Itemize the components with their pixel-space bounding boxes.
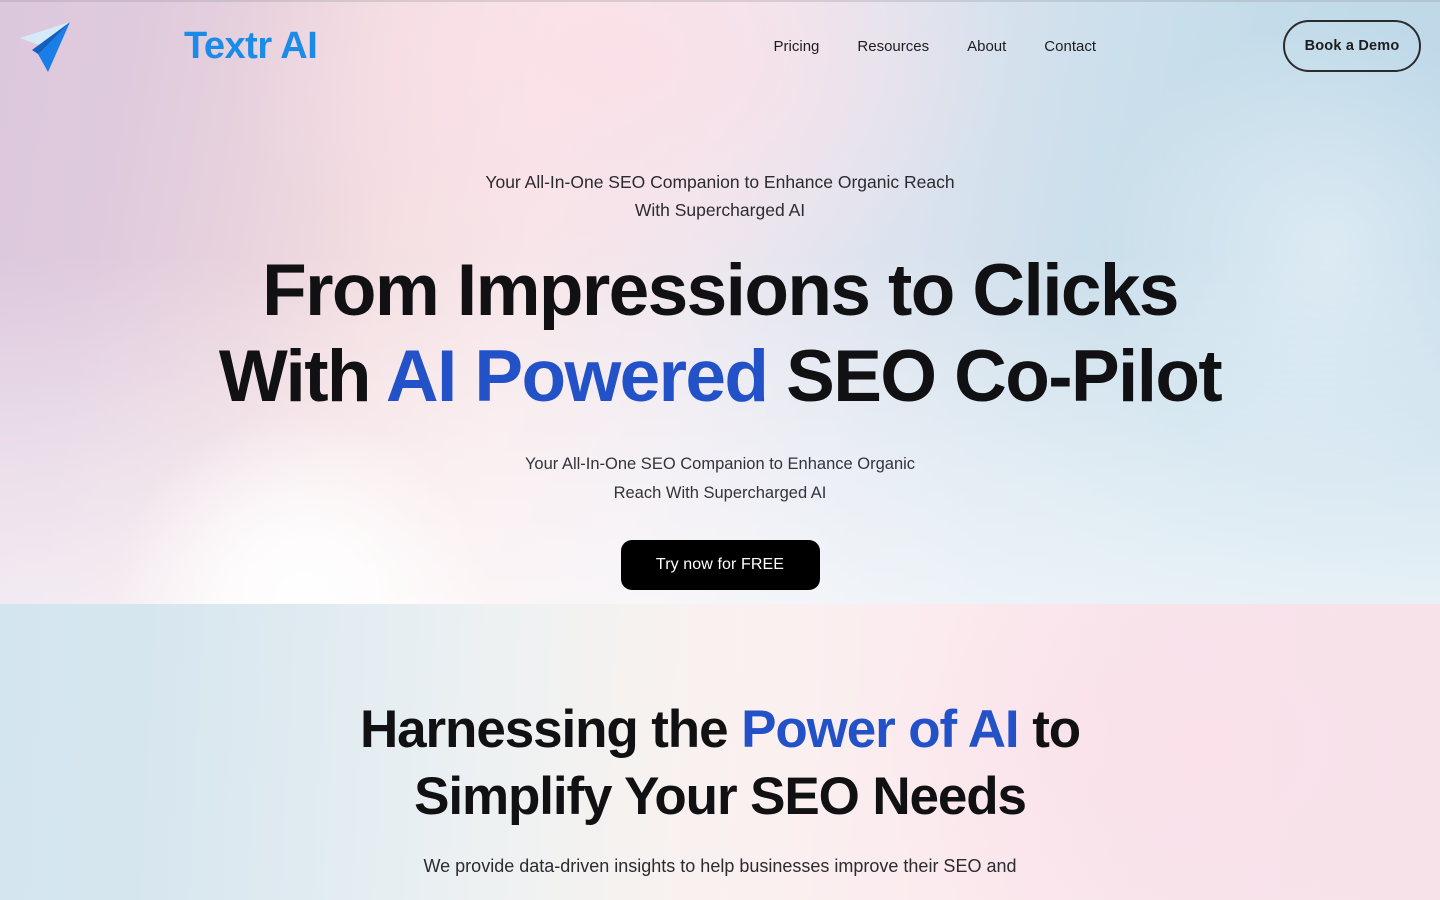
brand[interactable]: Textr AI (0, 10, 318, 82)
hero-headline-accent: AI Powered (385, 336, 769, 417)
hero-headline-line2-pre: With (218, 336, 386, 417)
hero-eyebrow-line1: Your All-In-One SEO Companion to Enhance… (485, 172, 955, 192)
book-a-demo-button[interactable]: Book a Demo (1283, 20, 1421, 72)
features-title: Harnessing the Power of AI to Simplify Y… (0, 604, 1440, 830)
nav-link-resources[interactable]: Resources (853, 32, 933, 61)
hero-cta-wrap: Try now for FREE (0, 540, 1440, 590)
nav-link-about[interactable]: About (963, 32, 1010, 61)
hero-eyebrow-line2: With Supercharged AI (634, 200, 806, 220)
hero-headline: From Impressions to Clicks With AI Power… (0, 248, 1440, 420)
try-now-for-free-button[interactable]: Try now for FREE (620, 540, 820, 590)
paper-plane-icon (20, 22, 70, 72)
features-title-post: to (1018, 700, 1081, 759)
landing-page: Textr AI Pricing Resources About Contact… (0, 0, 1440, 900)
features-section: Harnessing the Power of AI to Simplify Y… (0, 604, 1440, 900)
features-title-line2: Simplify Your SEO Needs (414, 767, 1027, 826)
window-top-edge (0, 0, 1440, 2)
brand-name: Textr AI (184, 25, 318, 67)
nav-link-contact[interactable]: Contact (1040, 32, 1100, 61)
main-navigation: Textr AI Pricing Resources About Contact… (0, 0, 1440, 92)
hero-headline-line1: From Impressions to Clicks (262, 250, 1179, 331)
hero-subcopy-line1: Your All-In-One SEO Companion to Enhance… (524, 455, 916, 473)
hero-headline-line2-post: SEO Co-Pilot (767, 336, 1223, 417)
features-subtitle: We provide data-driven insights to help … (423, 856, 1017, 876)
hero-eyebrow: Your All-In-One SEO Companion to Enhance… (0, 168, 1440, 224)
nav-links: Pricing Resources About Contact Book a D… (770, 20, 1440, 72)
features-title-pre: Harnessing the (359, 700, 742, 759)
hero-section: Textr AI Pricing Resources About Contact… (0, 0, 1440, 604)
hero-subcopy-line2: Reach With Supercharged AI (613, 484, 827, 502)
hero-subcopy: Your All-In-One SEO Companion to Enhance… (0, 450, 1440, 508)
features-title-accent: Power of AI (741, 700, 1020, 759)
nav-link-pricing[interactable]: Pricing (770, 32, 824, 61)
